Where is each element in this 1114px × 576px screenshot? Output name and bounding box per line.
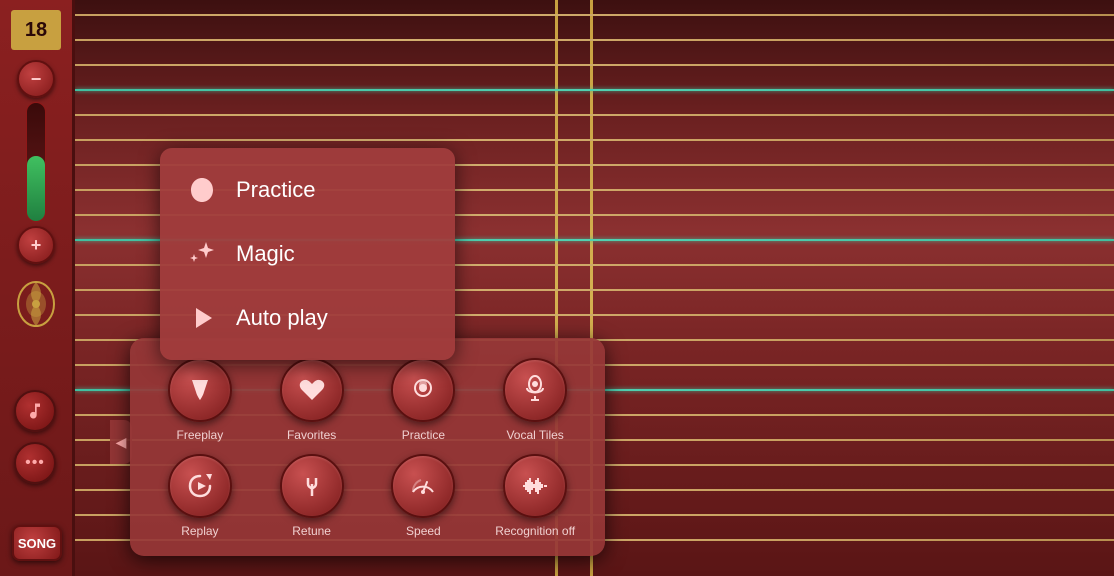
left-panel: 18 − + ••• SONG	[0, 0, 75, 576]
vocal-tiles-label: Vocal Tiles	[506, 428, 563, 442]
volume-plus-button[interactable]: +	[17, 226, 55, 264]
magic-icon	[184, 236, 220, 272]
practice-item[interactable]: Practice	[372, 358, 476, 442]
collapse-arrow[interactable]: ◀	[110, 420, 132, 464]
freeplay-button[interactable]	[168, 358, 232, 422]
magic-label: Magic	[236, 241, 295, 267]
speed-item[interactable]: Speed	[372, 454, 476, 538]
mode-menu: Practice Magic Auto play	[160, 148, 455, 360]
string-5	[75, 139, 1114, 141]
freeplay-label: Freeplay	[177, 428, 224, 442]
autoplay-label: Auto play	[236, 305, 328, 331]
string-0	[75, 14, 1114, 16]
practice-btn-label: Practice	[402, 428, 445, 442]
number-badge: 18	[11, 10, 61, 50]
string-2	[75, 64, 1114, 66]
string-1	[75, 39, 1114, 41]
retune-label: Retune	[292, 524, 331, 538]
mode-magic[interactable]: Magic	[160, 222, 455, 286]
favorites-item[interactable]: Favorites	[260, 358, 364, 442]
replay-label: Replay	[181, 524, 218, 538]
volume-minus-button[interactable]: −	[17, 60, 55, 98]
vocal-tiles-button[interactable]	[503, 358, 567, 422]
music-button[interactable]	[14, 390, 56, 432]
practice-label: Practice	[236, 177, 315, 203]
retune-item[interactable]: Retune	[260, 454, 364, 538]
recognition-off-item[interactable]: Recognition off	[483, 454, 587, 538]
practice-button[interactable]	[391, 358, 455, 422]
mode-autoplay[interactable]: Auto play	[160, 286, 455, 350]
favorites-button[interactable]	[280, 358, 344, 422]
decorative-ornament	[11, 274, 61, 334]
string-3	[75, 89, 1114, 91]
speed-label: Speed	[406, 524, 441, 538]
vocal-tiles-item[interactable]: Vocal Tiles	[483, 358, 587, 442]
freeplay-item[interactable]: Freeplay	[148, 358, 252, 442]
replay-item[interactable]: Replay	[148, 454, 252, 538]
recognition-off-label: Recognition off	[495, 524, 575, 538]
autoplay-icon	[184, 300, 220, 336]
song-button[interactable]: SONG	[12, 525, 62, 561]
volume-slider[interactable]	[26, 102, 46, 222]
volume-fill	[27, 156, 45, 221]
practice-icon	[184, 172, 220, 208]
more-button[interactable]: •••	[14, 442, 56, 484]
string-4	[75, 114, 1114, 116]
bottom-panel: Freeplay Favorites Practice	[130, 338, 605, 556]
recognition-off-button[interactable]	[503, 454, 567, 518]
favorites-label: Favorites	[287, 428, 336, 442]
mode-practice[interactable]: Practice	[160, 158, 455, 222]
retune-button[interactable]	[280, 454, 344, 518]
replay-button[interactable]	[168, 454, 232, 518]
volume-control: − +	[17, 60, 55, 264]
bottom-grid: Freeplay Favorites Practice	[148, 358, 587, 538]
speed-button[interactable]	[391, 454, 455, 518]
